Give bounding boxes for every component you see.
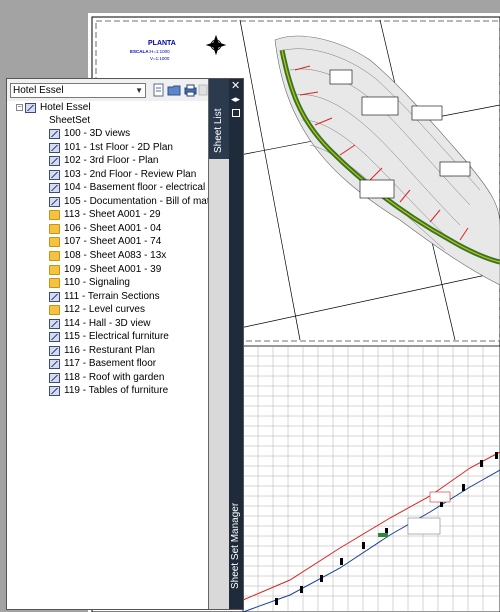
sheet-set-dropdown[interactable]: Hotel Essel ▼	[10, 83, 146, 98]
disabled-icon	[198, 84, 208, 96]
sheet-icon	[49, 372, 60, 383]
sheet-tree[interactable]: − Hotel Essel SheetSet 100 - 3D views 101 - …	[7, 101, 208, 609]
sheetset-icon	[25, 103, 36, 113]
sheet-set-manager-palette: Hotel Essel ▼ − Hotel Essel SheetSet 100 - …	[6, 78, 244, 610]
tree-item-label: 110 - Signaling	[64, 277, 130, 289]
new-sheet-icon	[153, 83, 164, 97]
folder-icon	[49, 305, 60, 316]
tree-item[interactable]: 109 - Sheet A001 - 39	[49, 263, 208, 276]
collapse-toggle-icon[interactable]: −	[16, 104, 23, 111]
tree-item-label: 113 - Sheet A001 - 29	[64, 209, 161, 221]
tree-item-label: 103 - 2nd Floor - Review Plan	[64, 168, 197, 180]
tree-item[interactable]: 108 - Sheet A083 - 13x	[49, 249, 208, 262]
tree-item-label: 114 - Hall - 3D view	[64, 317, 151, 329]
tree-item[interactable]: 105 - Documentation - Bill of materials	[49, 195, 208, 208]
auto-hide-icon[interactable]: ◂▸	[231, 95, 240, 104]
tree-item[interactable]: 114 - Hall - 3D view	[49, 317, 208, 330]
tree-item[interactable]: 111 - Terrain Sections	[49, 290, 208, 303]
sheet-set-dropdown-value: Hotel Essel	[13, 85, 64, 96]
tree-item[interactable]: 101 - 1st Floor - 2D Plan	[49, 141, 208, 154]
open-folder-icon	[167, 85, 181, 96]
plan-title: PLANTA	[148, 40, 176, 47]
sheet-icon	[49, 386, 60, 397]
tree-item[interactable]: 119 - Tables of furniture	[49, 384, 208, 397]
sheet-icon	[49, 169, 60, 180]
palette-title: Sheet Set Manager	[230, 502, 241, 589]
chevron-down-icon[interactable]: ▼	[135, 84, 143, 97]
tree-item-label: 118 - Roof with garden	[64, 371, 165, 383]
tree-item-label: 101 - 1st Floor - 2D Plan	[64, 141, 173, 153]
tree-item-label: 104 - Basement floor - electrical system	[64, 182, 208, 194]
sheet-icon	[49, 291, 60, 302]
sheet-icon	[49, 345, 60, 356]
tree-sheetset-node-label: SheetSet	[49, 115, 91, 126]
tree-item-label: 109 - Sheet A001 - 39	[64, 263, 162, 275]
tree-item-label: 108 - Sheet A083 - 13x	[64, 249, 167, 261]
folder-icon	[49, 278, 60, 289]
tree-item-label: 112 - Level curves	[64, 304, 145, 316]
tree-item-label: 107 - Sheet A001 - 74	[64, 236, 162, 248]
sheet-icon	[49, 142, 60, 153]
tree-item-label: 115 - Electrical furniture	[64, 331, 169, 343]
tree-item[interactable]: 112 - Level curves	[49, 303, 208, 316]
sheet-icon	[49, 183, 60, 194]
tab-sheet-list-label: Sheet List	[213, 108, 224, 153]
palette-side-bar: ✕ ◂▸ Sheet Set Manager	[229, 79, 243, 609]
close-icon[interactable]: ✕	[231, 81, 240, 92]
sheet-icon	[49, 129, 60, 139]
svg-text:ESCALA:: ESCALA:	[130, 49, 151, 54]
tree-item[interactable]: 102 - 3rd Floor - Plan	[49, 154, 208, 167]
tree-item[interactable]: 118 - Roof with garden	[49, 371, 208, 384]
svg-text:H=1:1000: H=1:1000	[150, 49, 170, 54]
folder-icon	[49, 223, 60, 234]
tree-item[interactable]: 107 - Sheet A001 - 74	[49, 235, 208, 248]
tree-item[interactable]: 103 - 2nd Floor - Review Plan	[49, 168, 208, 181]
properties-icon[interactable]	[232, 109, 240, 117]
tree-item[interactable]: 106 - Sheet A001 - 04	[49, 222, 208, 235]
printer-icon	[184, 84, 197, 97]
tab-sheet-list[interactable]: Sheet List	[209, 79, 229, 159]
publish-button[interactable]	[183, 82, 198, 98]
sheet-icon	[49, 318, 60, 329]
sheet-icon	[49, 196, 60, 207]
tree-item-label: 106 - Sheet A001 - 04	[64, 222, 162, 234]
tree-item-label: 102 - 3rd Floor - Plan	[64, 155, 159, 167]
tree-item-label: 116 - Resturant Plan	[64, 344, 155, 356]
new-sheet-button[interactable]	[151, 82, 166, 98]
tree-item[interactable]: 110 - Signaling	[49, 276, 208, 289]
sheet-icon	[49, 332, 60, 343]
tree-root-sheetset-label: Hotel Essel	[40, 102, 91, 113]
folder-icon	[49, 250, 60, 261]
folder-icon	[49, 237, 60, 248]
tree-item[interactable]: 115 - Electrical furniture	[49, 330, 208, 343]
tree-root-sheetset[interactable]: Hotel Essel	[25, 101, 208, 114]
folder-icon	[49, 210, 60, 221]
svg-text:V=1:1000: V=1:1000	[150, 56, 170, 61]
tree-item-label: 105 - Documentation - Bill of materials	[64, 195, 208, 207]
palette-toolbar: Hotel Essel ▼	[7, 79, 208, 102]
tree-item[interactable]: 117 - Basement floor	[49, 357, 208, 370]
tree-item-label: 100 - 3D views	[64, 128, 131, 139]
tree-item[interactable]: 113 - Sheet A001 - 29	[49, 208, 208, 221]
sheet-list-panel: Hotel Essel ▼ − Hotel Essel SheetSet 100 - …	[7, 79, 209, 609]
tree-item[interactable]: 104 - Basement floor - electrical system	[49, 181, 208, 194]
tree-item[interactable]: 116 - Resturant Plan	[49, 344, 208, 357]
tree-item-label: 119 - Tables of furniture	[64, 385, 169, 397]
folder-icon	[49, 264, 60, 275]
open-button[interactable]	[167, 82, 182, 98]
sheet-icon	[49, 359, 60, 370]
sheet-icon	[49, 156, 60, 167]
tree-item[interactable]: 100 - 3D views	[49, 127, 208, 140]
tree-sheetset-node[interactable]: SheetSet	[49, 114, 208, 127]
tree-item-label: 117 - Basement floor	[64, 358, 157, 370]
tree-item-label: 111 - Terrain Sections	[64, 290, 160, 302]
